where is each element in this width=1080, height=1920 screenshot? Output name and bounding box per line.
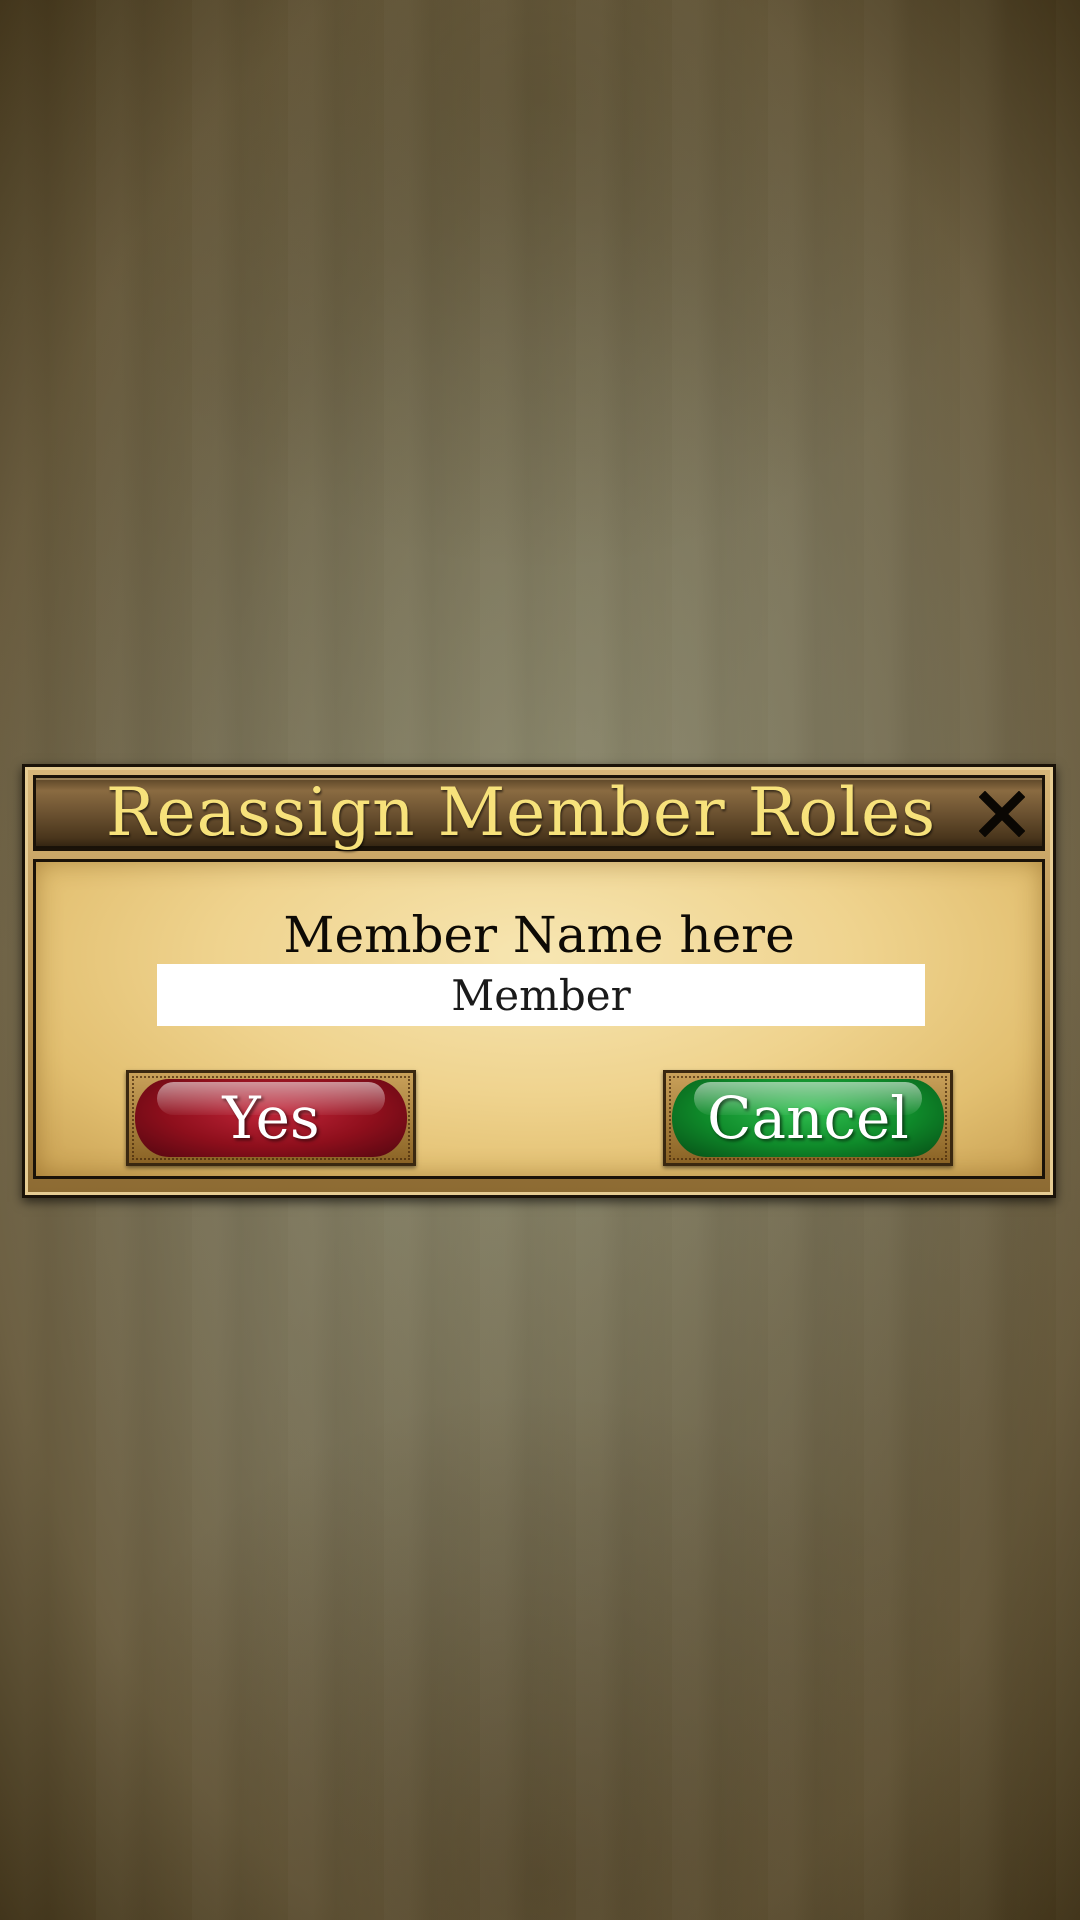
- yes-button-face: Yes: [135, 1079, 407, 1157]
- dialog-title-bar: Reassign Member Roles: [33, 775, 1045, 851]
- close-icon: [979, 791, 1025, 837]
- dialog-title: Reassign Member Roles: [105, 774, 937, 851]
- cancel-button[interactable]: Cancel: [663, 1070, 953, 1166]
- yes-button-label: Yes: [222, 1084, 320, 1152]
- role-value: Member: [451, 970, 631, 1020]
- reassign-roles-dialog: Reassign Member Roles Member Name here M…: [22, 764, 1056, 1198]
- close-button[interactable]: [972, 784, 1032, 844]
- dialog-content: Member Name here Member Yes Cancel: [33, 859, 1045, 1179]
- cancel-button-face: Cancel: [672, 1079, 944, 1157]
- cancel-button-label: Cancel: [707, 1084, 909, 1152]
- role-select-field[interactable]: Member: [157, 964, 925, 1026]
- member-name-label: Member Name here: [283, 906, 795, 964]
- yes-button[interactable]: Yes: [126, 1070, 416, 1166]
